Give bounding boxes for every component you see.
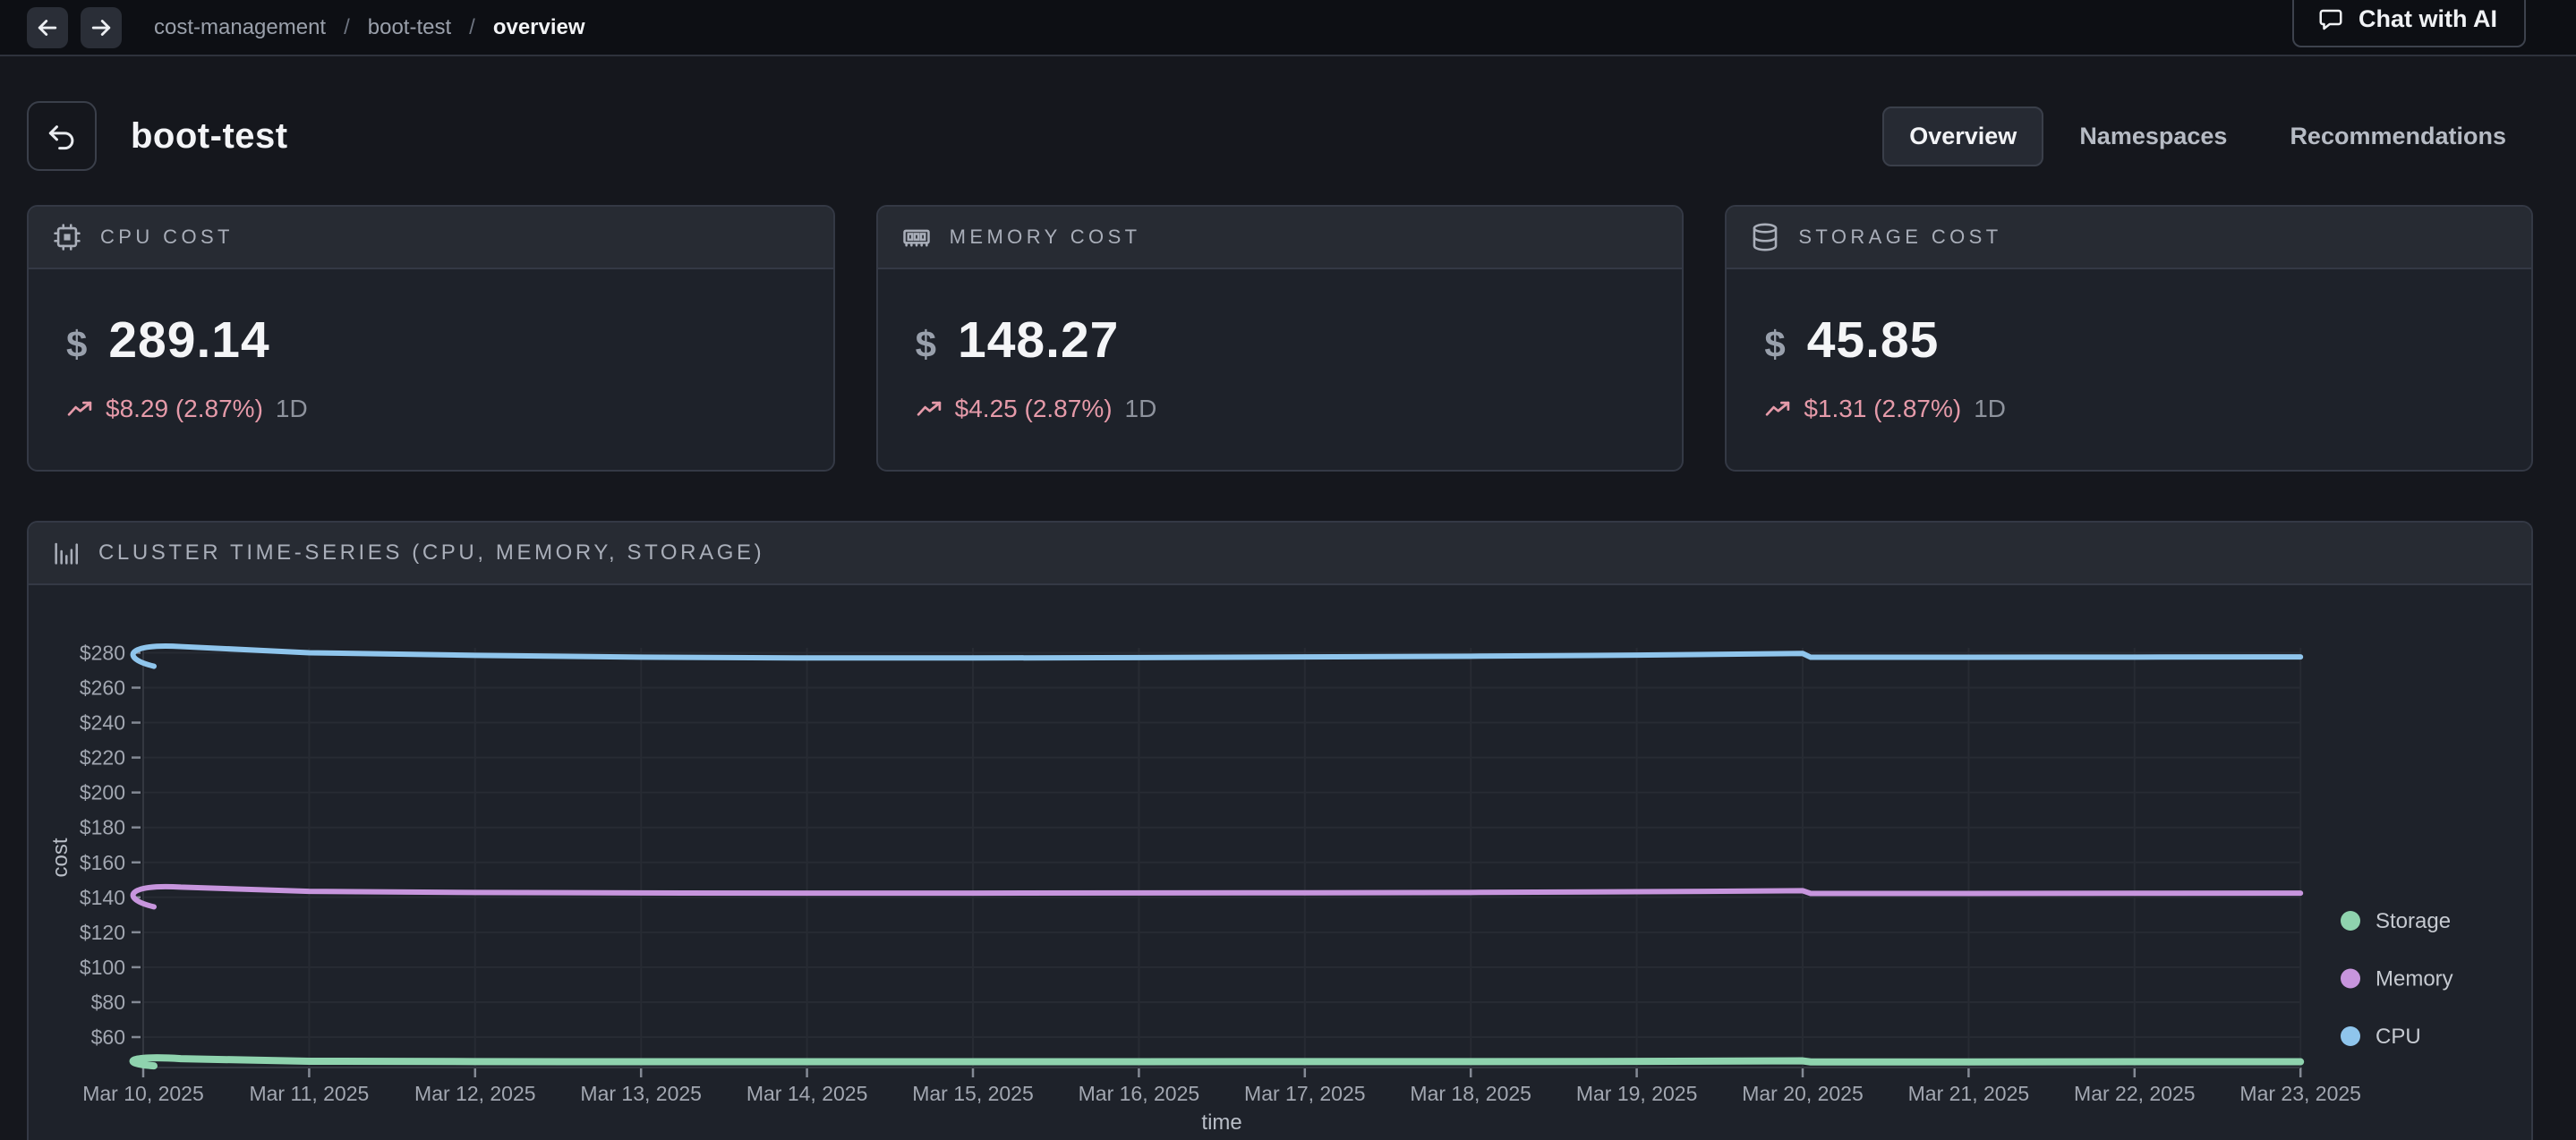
cpu-icon xyxy=(52,222,82,252)
bar-chart-icon xyxy=(52,539,81,567)
y-tick-label: $280 xyxy=(80,641,125,664)
y-tick-label: $80 xyxy=(91,991,125,1014)
x-tick-label: Mar 13, 2025 xyxy=(580,1082,702,1105)
tab-recommendations[interactable]: Recommendations xyxy=(2263,106,2533,166)
memory-cost-delta: $4.25 (2.87%) xyxy=(955,395,1113,423)
legend-swatch xyxy=(2341,911,2360,931)
x-tick-label: Mar 21, 2025 xyxy=(1908,1082,2030,1105)
y-axis-title: cost xyxy=(48,838,73,877)
topbar: cost-management / boot-test / overview C… xyxy=(0,0,2576,56)
currency-symbol: $ xyxy=(66,323,87,366)
storage-cost-period: 1D xyxy=(1974,395,2006,423)
legend-label: CPU xyxy=(2376,1025,2421,1049)
legend-item-memory[interactable]: Memory xyxy=(2341,967,2453,991)
currency-symbol: $ xyxy=(916,323,936,366)
cluster-timeseries-card: CLUSTER TIME-SERIES (CPU, MEMORY, STORAG… xyxy=(27,521,2533,1140)
x-tick-label: Mar 23, 2025 xyxy=(2239,1082,2361,1105)
page-header: boot-test Overview Namespaces Recommenda… xyxy=(27,101,2533,171)
x-tick-label: Mar 10, 2025 xyxy=(82,1082,204,1105)
undo-arrow-icon xyxy=(45,119,79,153)
memory-icon xyxy=(901,222,932,252)
storage-cost-body: $ 45.85 $1.31 (2.87%) 1D xyxy=(1727,269,2531,470)
breadcrumb: cost-management / boot-test / overview xyxy=(154,15,585,40)
x-tick-label: Mar 20, 2025 xyxy=(1742,1082,1864,1105)
series-line-storage xyxy=(133,1058,2301,1066)
legend-swatch xyxy=(2341,1026,2360,1046)
memory-cost-value: 148.27 xyxy=(958,311,1119,370)
storage-cost-delta: $1.31 (2.87%) xyxy=(1804,395,1961,423)
x-tick-label: Mar 15, 2025 xyxy=(912,1082,1034,1105)
y-tick-label: $60 xyxy=(91,1025,125,1049)
memory-cost-card-header: MEMORY COST xyxy=(878,207,1683,269)
summary-cards: CPU COST $ 289.14 $8.29 (2.87%) 1D xyxy=(27,205,2533,472)
breadcrumb-item-overview: overview xyxy=(493,15,585,40)
y-tick-label: $180 xyxy=(80,816,125,839)
storage-cost-label: STORAGE COST xyxy=(1798,225,2001,249)
arrow-right-icon xyxy=(88,14,115,41)
return-button[interactable] xyxy=(27,101,97,171)
currency-symbol: $ xyxy=(1764,323,1785,366)
x-tick-label: Mar 16, 2025 xyxy=(1079,1082,1200,1105)
x-tick-label: Mar 18, 2025 xyxy=(1410,1082,1531,1105)
series-line-cpu xyxy=(133,646,2301,667)
cpu-cost-period: 1D xyxy=(276,395,308,423)
trending-up-icon xyxy=(66,396,93,422)
breadcrumb-separator: / xyxy=(344,15,350,40)
cluster-timeseries-title: CLUSTER TIME-SERIES (CPU, MEMORY, STORAG… xyxy=(98,540,764,566)
chat-bubble-icon xyxy=(2317,6,2344,33)
chat-with-ai-button[interactable]: Chat with AI xyxy=(2292,0,2526,47)
y-tick-label: $100 xyxy=(80,956,125,979)
legend-item-storage[interactable]: Storage xyxy=(2341,909,2451,933)
y-tick-label: $240 xyxy=(80,711,125,735)
arrow-left-icon xyxy=(34,14,61,41)
x-axis-title: time xyxy=(1201,1110,1241,1135)
x-tick-label: Mar 19, 2025 xyxy=(1576,1082,1698,1105)
memory-cost-body: $ 148.27 $4.25 (2.87%) 1D xyxy=(878,269,1683,470)
cpu-cost-label: CPU COST xyxy=(100,225,234,249)
trending-up-icon xyxy=(1764,396,1791,422)
main-content: boot-test Overview Namespaces Recommenda… xyxy=(0,101,2576,1140)
breadcrumb-item-cost-management[interactable]: cost-management xyxy=(154,15,326,40)
chart-canvas: $60 $80 $100 $120 $140 $160 $180 $200 $220 $240 $2… xyxy=(29,585,2531,1136)
storage-cost-card-header: STORAGE COST xyxy=(1727,207,2531,269)
x-tick-label: Mar 14, 2025 xyxy=(746,1082,868,1105)
cpu-cost-card: CPU COST $ 289.14 $8.29 (2.87%) 1D xyxy=(27,205,835,472)
memory-cost-period: 1D xyxy=(1125,395,1157,423)
memory-cost-card: MEMORY COST $ 148.27 $4.25 (2.87%) 1D xyxy=(876,205,1685,472)
history-forward-button[interactable] xyxy=(81,7,122,48)
legend-swatch xyxy=(2341,969,2360,989)
legend-item-cpu[interactable]: CPU xyxy=(2341,1025,2421,1049)
y-tick-label: $220 xyxy=(80,746,125,770)
legend-label: Memory xyxy=(2376,967,2453,991)
tab-namespaces[interactable]: Namespaces xyxy=(2052,106,2254,166)
trending-up-icon xyxy=(916,396,943,422)
x-tick-label: Mar 22, 2025 xyxy=(2074,1082,2196,1105)
storage-cost-value: 45.85 xyxy=(1807,311,1940,370)
y-tick-label: $200 xyxy=(80,781,125,804)
cpu-cost-card-header: CPU COST xyxy=(29,207,833,269)
x-tick-label: Mar 17, 2025 xyxy=(1244,1082,1366,1105)
storage-icon xyxy=(1750,222,1780,252)
chat-with-ai-label: Chat with AI xyxy=(2358,5,2497,33)
legend-label: Storage xyxy=(2376,909,2451,933)
cpu-cost-value: 289.14 xyxy=(108,311,269,370)
cpu-cost-delta: $8.29 (2.87%) xyxy=(106,395,263,423)
breadcrumb-item-boot-test[interactable]: boot-test xyxy=(368,15,451,40)
memory-cost-label: MEMORY COST xyxy=(950,225,1141,249)
x-tick-label: Mar 12, 2025 xyxy=(414,1082,536,1105)
y-tick-label: $260 xyxy=(80,676,125,700)
history-back-button[interactable] xyxy=(27,7,68,48)
page-title: boot-test xyxy=(131,116,288,157)
tab-overview[interactable]: Overview xyxy=(1882,106,2043,166)
y-tick-label: $160 xyxy=(80,851,125,874)
storage-cost-card: STORAGE COST $ 45.85 $1.31 (2.87%) 1D xyxy=(1725,205,2533,472)
breadcrumb-separator: / xyxy=(469,15,475,40)
x-tick-label: Mar 11, 2025 xyxy=(249,1082,369,1105)
y-tick-label: $120 xyxy=(80,921,125,944)
tab-bar: Overview Namespaces Recommendations xyxy=(1882,106,2533,166)
cluster-timeseries-plot: $60 $80 $100 $120 $140 $160 $180 $200 $220 $240 $2… xyxy=(29,585,2531,1136)
cpu-cost-body: $ 289.14 $8.29 (2.87%) 1D xyxy=(29,269,833,470)
y-tick-label: $140 xyxy=(80,886,125,909)
cluster-timeseries-header: CLUSTER TIME-SERIES (CPU, MEMORY, STORAG… xyxy=(29,523,2531,585)
